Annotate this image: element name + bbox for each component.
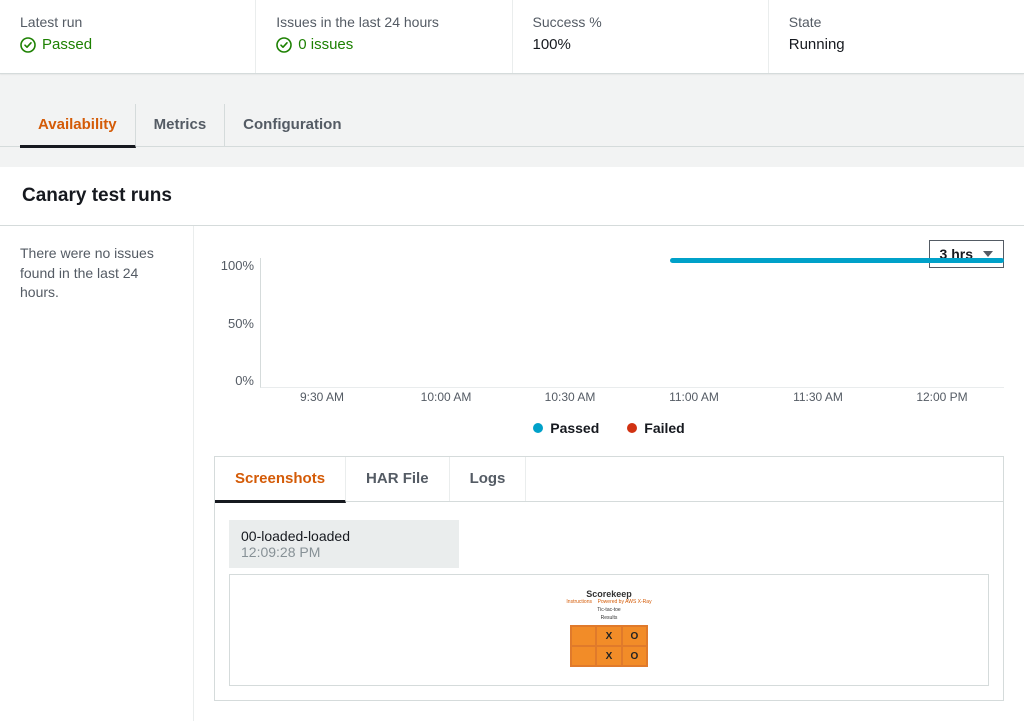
- no-issues-message: There were no issues found in the last 2…: [20, 244, 173, 303]
- issues-summary-column: There were no issues found in the last 2…: [0, 226, 194, 721]
- tab-metrics[interactable]: Metrics: [136, 104, 226, 146]
- thumb-row: Results: [509, 615, 709, 621]
- x-tick: 11:30 AM: [756, 390, 880, 408]
- chart-plot-area[interactable]: [260, 258, 1004, 388]
- canary-runs-section: Canary test runs There were no issues fo…: [0, 167, 1024, 721]
- chart-x-axis: 9:30 AM 10:00 AM 10:30 AM 11:00 AM 11:30…: [260, 390, 1004, 408]
- grid-cell: [571, 626, 596, 646]
- legend-dot-icon: [533, 423, 543, 433]
- runs-chart: 100% 50% 0% 9:30 AM 10:00 AM 10:30 AM 11…: [214, 258, 1004, 408]
- stat-label: State: [789, 14, 1004, 30]
- screenshot-time: 12:09:28 PM: [241, 544, 447, 560]
- tab-logs[interactable]: Logs: [450, 457, 527, 501]
- y-tick: 50%: [214, 316, 254, 331]
- grid-cell: O: [622, 626, 647, 646]
- legend-item-passed: Passed: [533, 420, 599, 436]
- stat-state: State Running: [769, 0, 1024, 73]
- check-circle-icon: [276, 37, 292, 53]
- main-tabs: Availability Metrics Configuration: [0, 104, 1024, 147]
- tab-availability[interactable]: Availability: [20, 104, 136, 148]
- grid-cell: [571, 646, 596, 666]
- stat-latest-run: Latest run Passed: [0, 0, 256, 73]
- screenshot-filename: 00-loaded-loaded: [241, 528, 447, 544]
- chart-legend: Passed Failed: [214, 420, 1004, 436]
- screenshot-meta[interactable]: 00-loaded-loaded 12:09:28 PM: [229, 520, 459, 568]
- grid-cell: X: [596, 646, 621, 666]
- detail-tabs: Screenshots HAR File Logs: [215, 457, 1003, 502]
- grid-cell: X: [596, 626, 621, 646]
- stat-success-percent: Success % 100%: [513, 0, 769, 73]
- screenshot-thumbnail-frame[interactable]: Scorekeep Instructions Powered by AWS X-…: [229, 574, 989, 686]
- chevron-down-icon: [983, 251, 993, 257]
- thumb-game-grid: X O X O: [570, 625, 648, 667]
- tab-har-file[interactable]: HAR File: [346, 457, 450, 501]
- thumb-caption: Powered by AWS X-Ray: [598, 599, 652, 605]
- check-circle-icon: [20, 37, 36, 53]
- legend-label: Passed: [550, 420, 599, 436]
- x-tick: 10:00 AM: [384, 390, 508, 408]
- tab-configuration[interactable]: Configuration: [225, 104, 359, 146]
- grid-cell: O: [622, 646, 647, 666]
- thumb-row: Tic-tac-toe: [509, 607, 709, 613]
- chart-y-axis: 100% 50% 0%: [214, 258, 260, 388]
- x-tick: 10:30 AM: [508, 390, 632, 408]
- x-tick: 9:30 AM: [260, 390, 384, 408]
- stat-value-text: 0 issues: [298, 36, 353, 53]
- stat-value-issues: 0 issues: [276, 36, 491, 53]
- stat-value-state: Running: [789, 36, 1004, 53]
- thumb-title: Scorekeep: [509, 589, 709, 599]
- legend-dot-icon: [627, 423, 637, 433]
- stat-issues-24h: Issues in the last 24 hours 0 issues: [256, 0, 512, 73]
- run-details-panel: Screenshots HAR File Logs 00-loaded-load…: [214, 456, 1004, 701]
- legend-label: Failed: [644, 420, 684, 436]
- tab-screenshots[interactable]: Screenshots: [215, 457, 346, 503]
- stat-value-passed: Passed: [20, 36, 235, 53]
- section-title: Canary test runs: [22, 185, 1002, 207]
- x-tick: 12:00 PM: [880, 390, 1004, 408]
- thumb-caption: Instructions: [566, 599, 592, 605]
- x-tick: 11:00 AM: [632, 390, 756, 408]
- section-header: Canary test runs: [0, 167, 1024, 226]
- legend-item-failed: Failed: [627, 420, 684, 436]
- stat-value-text: Passed: [42, 36, 92, 53]
- y-tick: 100%: [214, 258, 254, 273]
- summary-stats-card: Latest run Passed Issues in the last 24 …: [0, 0, 1024, 74]
- screenshot-thumbnail: Scorekeep Instructions Powered by AWS X-…: [240, 585, 978, 675]
- stat-label: Success %: [533, 14, 748, 30]
- y-tick: 0%: [214, 373, 254, 388]
- stat-label: Issues in the last 24 hours: [276, 14, 491, 30]
- stat-value-success: 100%: [533, 36, 748, 53]
- runs-chart-column: 3 hrs 100% 50% 0% 9:30 AM 10:00 AM 10:30…: [194, 226, 1024, 721]
- passed-data-line: [670, 258, 1004, 263]
- stat-label: Latest run: [20, 14, 235, 30]
